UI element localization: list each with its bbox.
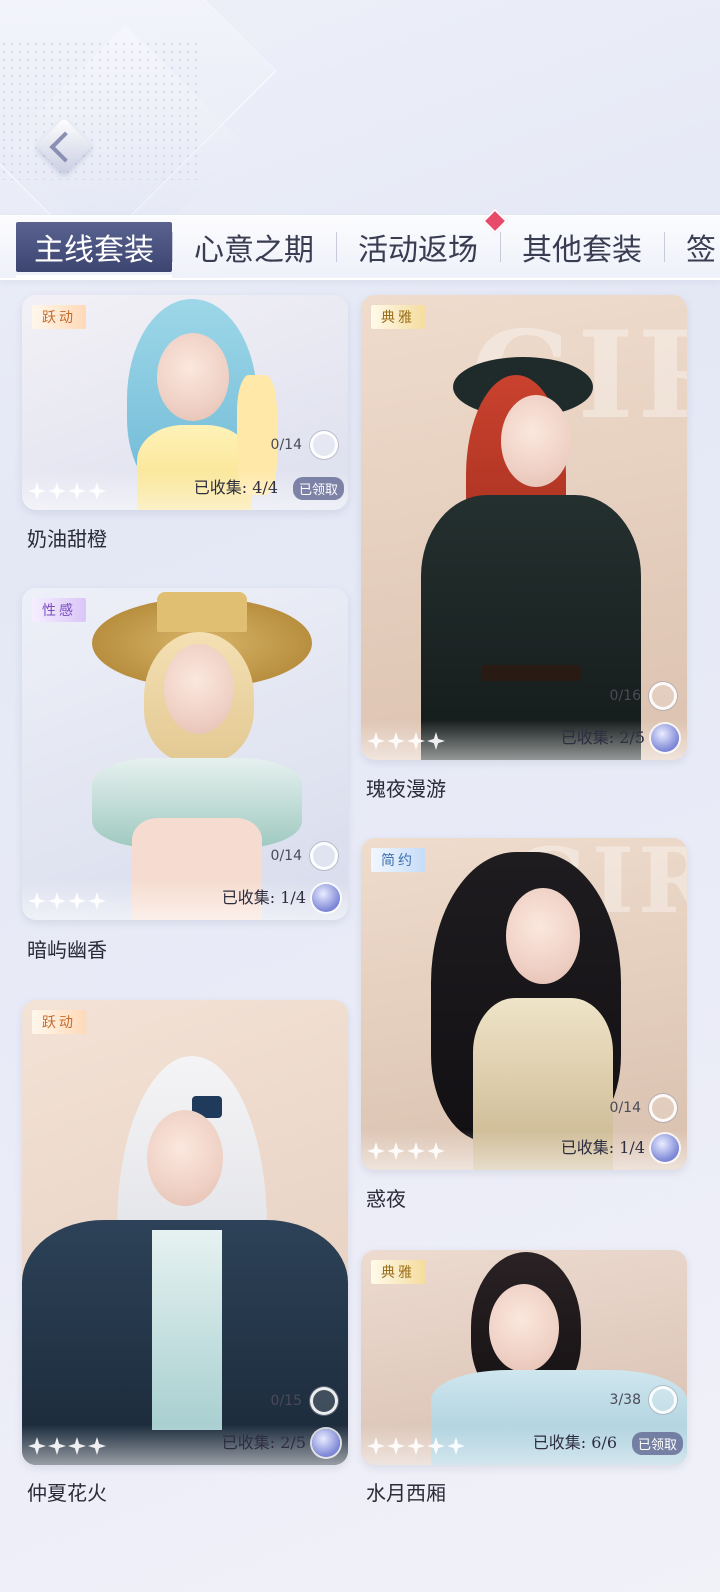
progress-text: 0/14 <box>270 437 302 453</box>
star-icon <box>427 732 445 750</box>
collected-count: 已收集: 1/4 <box>560 1138 645 1157</box>
tab-sign[interactable]: 签 <box>664 222 720 272</box>
progress-indicator: 0/16 <box>610 682 677 710</box>
collected-count: 已收集: 2/5 <box>560 728 645 747</box>
claimed-badge[interactable]: 已领取 <box>292 477 344 500</box>
tab-event-return[interactable]: 活动返场 <box>336 208 508 272</box>
star-icon <box>88 1437 106 1455</box>
tab-label: 其他套装 <box>522 233 642 268</box>
star-icon <box>367 1142 385 1160</box>
progress-indicator: 0/14 <box>271 842 338 870</box>
star-icon <box>407 1437 425 1455</box>
star-icon <box>427 1142 445 1160</box>
collected-count: 已收集: 4/4 <box>193 478 278 497</box>
star-icon <box>447 1437 465 1455</box>
star-icon <box>48 482 66 500</box>
star-icon <box>68 482 86 500</box>
progress-indicator: 3/38 <box>610 1386 677 1414</box>
progress-text: 0/15 <box>270 1393 302 1409</box>
outfit-title: 水月西厢 <box>366 1481 446 1505</box>
star-icon <box>28 892 46 910</box>
style-tag: 性感 <box>32 598 86 622</box>
star-icon <box>28 482 46 500</box>
star-icon <box>68 1437 86 1455</box>
progress-text: 0/16 <box>609 688 641 704</box>
star-icon <box>48 1437 66 1455</box>
outfit-title: 惑夜 <box>366 1187 406 1211</box>
diamond-reward-icon[interactable] <box>651 724 679 752</box>
progress-indicator: 0/14 <box>271 431 338 459</box>
progress-text: 3/38 <box>609 1392 641 1408</box>
tab-heart-period[interactable]: 心意之期 <box>172 222 336 272</box>
progress-ring-icon <box>310 431 338 459</box>
star-icon <box>28 1437 46 1455</box>
progress-ring-icon <box>310 842 338 870</box>
style-tag: 典雅 <box>371 1260 425 1284</box>
outfit-title: 仲夏花火 <box>27 1481 107 1505</box>
diamond-reward-icon[interactable] <box>312 1429 340 1457</box>
star-icon <box>367 732 385 750</box>
outfit-card[interactable]: 典雅 3/38 已收集: 6/6 已领取 <box>361 1250 687 1465</box>
tab-other-sets[interactable]: 其他套装 <box>500 222 664 272</box>
outfit-title: 瑰夜漫游 <box>366 777 446 801</box>
progress-ring-icon <box>310 1387 338 1415</box>
progress-text: 0/14 <box>609 1100 641 1116</box>
star-rating <box>28 892 106 910</box>
progress-ring-icon <box>649 1094 677 1122</box>
outfit-card[interactable]: GIRLS 典雅 0/16 已收集: 2/5 <box>361 295 687 760</box>
progress-ring-icon <box>649 682 677 710</box>
star-icon <box>88 482 106 500</box>
outfit-card[interactable]: 跃动 0/15 已收集: 2/5 <box>22 1000 348 1465</box>
star-icon <box>427 1437 445 1455</box>
claimed-badge[interactable]: 已领取 <box>631 1432 683 1455</box>
outfit-card[interactable]: 性感 0/14 已收集: 1/4 <box>22 588 348 920</box>
progress-indicator: 0/15 <box>271 1387 338 1415</box>
tab-label: 主线套装 <box>34 233 154 268</box>
star-icon <box>68 892 86 910</box>
star-rating <box>28 1437 106 1455</box>
outfit-title: 奶油甜橙 <box>27 527 107 551</box>
star-icon <box>407 732 425 750</box>
star-icon <box>387 732 405 750</box>
diamond-reward-icon[interactable] <box>651 1134 679 1162</box>
category-tabs: 主线套装 心意之期 活动返场 其他套装 签 <box>0 208 720 280</box>
tab-label: 签 <box>686 233 716 268</box>
star-icon <box>387 1437 405 1455</box>
star-rating <box>28 482 106 500</box>
back-button[interactable] <box>30 117 93 178</box>
star-icon <box>407 1142 425 1160</box>
progress-ring-icon <box>649 1386 677 1414</box>
style-tag: 典雅 <box>371 305 425 329</box>
star-icon <box>367 1437 385 1455</box>
collected-count: 已收集: 6/6 <box>532 1433 617 1452</box>
style-tag: 跃动 <box>32 305 86 329</box>
style-tag: 跃动 <box>32 1010 86 1034</box>
outfit-card[interactable]: GIRLS 简约 0/14 已收集: 1/4 <box>361 838 687 1170</box>
style-tag: 简约 <box>371 848 425 872</box>
outfit-title: 暗屿幽香 <box>27 938 107 962</box>
star-rating <box>367 732 445 750</box>
star-rating <box>367 1437 465 1455</box>
outfit-card[interactable]: 跃动 0/14 已收集: 4/4 已领取 <box>22 295 348 510</box>
collected-count: 已收集: 2/5 <box>221 1433 306 1452</box>
star-icon <box>387 1142 405 1160</box>
star-icon <box>48 892 66 910</box>
tab-label: 心意之期 <box>194 233 314 268</box>
star-rating <box>367 1142 445 1160</box>
progress-indicator: 0/14 <box>610 1094 677 1122</box>
star-icon <box>88 892 106 910</box>
progress-text: 0/14 <box>270 848 302 864</box>
collected-count: 已收集: 1/4 <box>221 888 306 907</box>
outfit-artwork <box>22 588 348 920</box>
tab-label: 活动返场 <box>358 233 478 268</box>
diamond-reward-icon[interactable] <box>312 884 340 912</box>
tab-main-sets[interactable]: 主线套装 <box>16 222 172 278</box>
